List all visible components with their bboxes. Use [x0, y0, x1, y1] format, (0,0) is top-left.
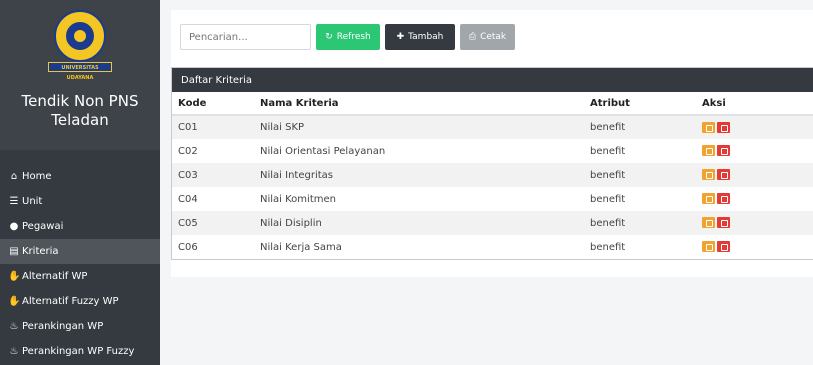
refresh-label: Refresh [336, 32, 371, 42]
logo-banner-text: UNIVERSITAS UDAYANA [48, 62, 112, 81]
cell-kode: C06 [178, 241, 198, 253]
edit-icon[interactable] [702, 145, 715, 157]
sidebar-item-label: Alternatif WP [22, 271, 88, 282]
search-input[interactable] [180, 24, 311, 50]
cell-kode: C02 [178, 145, 198, 157]
cell-aksi [702, 163, 813, 187]
edit-icon[interactable] [702, 169, 715, 181]
cell-atribut: benefit [590, 115, 702, 139]
sidebar-item-unit[interactable]: ☰ Unit [0, 189, 160, 214]
trash-icon[interactable] [717, 169, 730, 181]
fire-icon: ♨ [9, 321, 19, 332]
cell-atribut: benefit [590, 193, 626, 205]
refresh-icon: ↻ [325, 32, 333, 42]
column-header-atribut: Atribut [590, 92, 702, 116]
hands-icon: ✋ [8, 271, 21, 282]
sidebar-item-alternatif-wp[interactable]: ✋ Alternatif WP [0, 264, 160, 289]
cell-nama: Nilai Kerja Sama [260, 241, 342, 253]
app-title-line1: Tendik Non PNS [21, 92, 139, 110]
sidebar-item-home[interactable]: ⌂ Home [0, 164, 160, 189]
trash-icon[interactable] [717, 217, 730, 229]
cell-kode: C05 [172, 211, 260, 235]
home-icon: ⌂ [10, 171, 18, 182]
cell-nama: Nilai Disiplin [260, 211, 590, 235]
sidebar-nav: ⌂ Home ☰ Unit ● Pegawai ▤ Kriteria ✋ Alternat… [0, 150, 160, 364]
edit-icon[interactable] [702, 121, 715, 133]
sidebar-item-perankingan-wp-fuzzy[interactable]: ♨ Perankingan WP Fuzzy [0, 339, 160, 364]
toolbar: ↻Refresh ✚Tambah ⎙Cetak [180, 24, 515, 50]
table-row: C05 Nilai Disiplin benefit [172, 211, 813, 235]
sidebar-item-label: Home [22, 171, 52, 182]
trash-icon[interactable] [717, 241, 730, 253]
sidebar-item-label: Alternatif Fuzzy WP [22, 296, 119, 307]
sidebar-item-pegawai[interactable]: ● Pegawai [0, 214, 160, 239]
cell-atribut: benefit [590, 145, 626, 157]
hands-icon: ✋ [8, 296, 21, 307]
edit-icon[interactable] [702, 193, 715, 205]
cell-nama: Nilai SKP [260, 115, 590, 139]
kriteria-table-card: Daftar Kriteria Kode Nama Kriteria Atrib… [171, 67, 813, 260]
cell-atribut: benefit [590, 163, 702, 187]
trash-icon[interactable] [717, 145, 730, 157]
app-title-line2: Teladan [51, 111, 109, 129]
trash-icon[interactable] [717, 121, 730, 133]
cell-aksi [702, 187, 813, 211]
list-icon: ▤ [9, 246, 19, 257]
add-button[interactable]: ✚ Tambah [385, 24, 455, 50]
kriteria-table: Kode Nama Kriteria Atribut Aksi C01 Nila… [172, 92, 813, 259]
sidebar-item-alternatif-fuzzy-wp[interactable]: ✋ Alternatif Fuzzy WP [0, 289, 160, 314]
sidebar-header: UNIVERSITAS UDAYANA Tendik Non PNS Telad… [0, 0, 160, 150]
app-title: Tendik Non PNS Teladan [22, 92, 139, 130]
cell-nama: Nilai Orientasi Pelayanan [260, 145, 386, 157]
cell-atribut: benefit [590, 211, 702, 235]
table-row: C06 Nilai Kerja Sama benefit [172, 235, 813, 259]
cell-nama: Nilai Komitmen [260, 193, 336, 205]
cell-aksi [702, 139, 813, 163]
sidebar-item-label: Perankingan WP [22, 321, 104, 332]
add-label: Tambah [408, 32, 444, 42]
print-icon: ⎙ [468, 32, 477, 42]
sidebar-item-label: Pegawai [22, 221, 64, 232]
fire-icon: ♨ [9, 346, 19, 357]
table-row: C01 Nilai SKP benefit [172, 115, 813, 139]
print-label: Cetak [480, 32, 507, 42]
table-header-row: Kode Nama Kriteria Atribut Aksi [172, 92, 813, 116]
cell-kode: C01 [172, 115, 260, 139]
sidebar: UNIVERSITAS UDAYANA Tendik Non PNS Telad… [0, 0, 160, 365]
user-icon: ● [9, 221, 19, 232]
column-header-aksi: Aksi [702, 92, 813, 116]
plus-icon: ✚ [396, 32, 405, 42]
sidebar-item-kriteria[interactable]: ▤ Kriteria [0, 239, 160, 264]
sidebar-item-label: Unit [22, 196, 43, 207]
cell-kode: C03 [172, 163, 260, 187]
cell-nama: Nilai Integritas [260, 163, 590, 187]
cell-aksi [702, 235, 813, 259]
university-logo: UNIVERSITAS UDAYANA [48, 8, 112, 81]
sidebar-item-label: Kriteria [22, 246, 59, 257]
sidebar-item-label: Perankingan WP Fuzzy [22, 346, 135, 357]
edit-icon[interactable] [702, 241, 715, 253]
print-button[interactable]: ⎙ Cetak [460, 24, 515, 50]
cell-kode: C04 [178, 193, 198, 205]
column-header-kode: Kode [172, 92, 260, 116]
main-content: ↻Refresh ✚Tambah ⎙Cetak Daftar Kriteria … [160, 0, 813, 365]
edit-icon[interactable] [702, 217, 715, 229]
sidebar-item-perankingan-wp[interactable]: ♨ Perankingan WP [0, 314, 160, 339]
server-icon: ☰ [9, 196, 19, 207]
content-panel: ↻Refresh ✚Tambah ⎙Cetak Daftar Kriteria … [171, 10, 813, 277]
column-header-nama-kriteria: Nama Kriteria [260, 92, 590, 116]
table-row: C02 Nilai Orientasi Pelayanan benefit [172, 139, 813, 163]
table-title: Daftar Kriteria [172, 68, 813, 92]
refresh-button[interactable]: ↻ Refresh [316, 24, 380, 50]
cell-atribut: benefit [590, 241, 626, 253]
cell-aksi [702, 115, 813, 139]
trash-icon[interactable] [717, 193, 730, 205]
cell-aksi [702, 211, 813, 235]
table-row: C04 Nilai Komitmen benefit [172, 187, 813, 211]
table-row: C03 Nilai Integritas benefit [172, 163, 813, 187]
